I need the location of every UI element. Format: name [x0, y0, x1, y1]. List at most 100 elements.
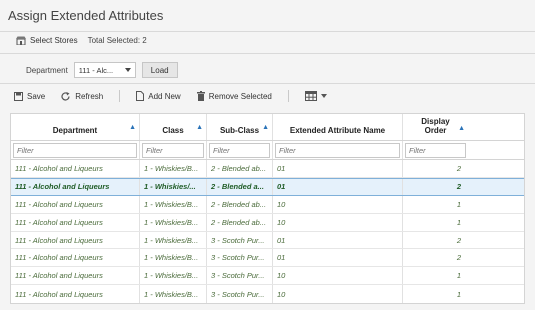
column-label: Order — [424, 126, 447, 135]
save-icon — [14, 91, 23, 101]
view-menu-button[interactable] — [304, 91, 327, 101]
store-bar: Select Stores Total Selected: 2 — [16, 36, 147, 45]
toolbar-separator — [119, 90, 121, 102]
filter-cell — [11, 141, 140, 159]
cell-class: 1 - Whiskies/B... — [140, 195, 207, 213]
cell-class: 1 - Whiskies/B... — [140, 231, 207, 249]
add-new-button[interactable]: Add New — [136, 91, 181, 101]
table-row[interactable]: 111 - Alcohol and Liqueurs 1 - Whiskies/… — [11, 213, 524, 232]
save-label: Save — [27, 91, 46, 101]
cell-subclass: 2 - Blended ab... — [207, 213, 273, 231]
cell-subclass: 2 - Blended a... — [207, 178, 273, 195]
cell-display-order: 2 — [456, 235, 461, 245]
add-document-icon — [136, 91, 145, 101]
cell-attribute: 01 — [273, 178, 403, 195]
filter-cell — [403, 141, 468, 159]
toolbar: Save Refresh Add New Remove Selected — [14, 90, 327, 102]
column-header-display-order[interactable]: Display Order ▲ — [403, 114, 468, 140]
table-row-selected[interactable]: 111 - Alcohol and Liqueurs 1 - Whiskies/… — [11, 177, 524, 196]
load-button[interactable]: Load — [141, 62, 178, 78]
table-row[interactable]: 111 - Alcohol and Liqueurs 1 - Whiskies/… — [11, 285, 524, 304]
cell-department: 111 - Alcohol and Liqueurs — [11, 178, 140, 195]
divider — [0, 83, 535, 84]
column-label: Department — [52, 126, 98, 135]
cell-display-order: 2 — [456, 182, 461, 192]
sort-icon: ▲ — [196, 124, 203, 131]
cell-class: 1 - Whiskies/B... — [140, 249, 207, 267]
select-stores-button[interactable]: Select Stores — [16, 36, 78, 45]
table-header: Department ▲ Class ▲ Sub-Class ▲ Extende… — [11, 114, 524, 141]
cell-department: 111 - Alcohol and Liqueurs — [11, 249, 140, 267]
chevron-down-icon — [320, 94, 327, 98]
sort-icon: ▲ — [129, 124, 136, 131]
table-view-icon — [304, 91, 317, 101]
refresh-label: Refresh — [75, 91, 104, 101]
column-header-class[interactable]: Class ▲ — [140, 114, 207, 140]
attributes-table: Department ▲ Class ▲ Sub-Class ▲ Extende… — [10, 113, 525, 305]
sort-icon: ▲ — [458, 125, 465, 132]
toolbar-separator — [287, 90, 289, 102]
subclass-filter-input[interactable] — [209, 143, 270, 158]
cell-attribute: 10 — [273, 267, 403, 285]
table-row[interactable]: 111 - Alcohol and Liqueurs 1 - Whiskies/… — [11, 249, 524, 268]
filter-cell — [207, 141, 273, 159]
cell-display-order: 2 — [456, 163, 461, 173]
remove-selected-button[interactable]: Remove Selected — [196, 91, 272, 101]
cell-attribute: 10 — [273, 213, 403, 231]
column-header-department[interactable]: Department ▲ — [11, 114, 140, 140]
cell-department: 111 - Alcohol and Liqueurs — [11, 267, 140, 285]
table-row[interactable]: 111 - Alcohol and Liqueurs 1 - Whiskies/… — [11, 195, 524, 214]
cell-department: 111 - Alcohol and Liqueurs — [11, 231, 140, 249]
select-stores-label: Select Stores — [30, 36, 78, 45]
cell-display-order: 1 — [456, 289, 461, 299]
cell-attribute: 10 — [273, 285, 403, 304]
table-row[interactable]: 111 - Alcohol and Liqueurs 1 - Whiskies/… — [11, 160, 524, 178]
remove-selected-label: Remove Selected — [208, 91, 272, 101]
department-select[interactable]: 111 - Alc... — [73, 62, 136, 78]
cell-subclass: 3 - Scotch Pur... — [207, 231, 273, 249]
filter-row — [11, 141, 524, 160]
column-label: Sub-Class — [219, 126, 260, 135]
cell-department: 111 - Alcohol and Liqueurs — [11, 160, 140, 177]
column-header-extended-attribute[interactable]: Extended Attribute Name — [273, 114, 403, 140]
class-filter-input[interactable] — [142, 143, 204, 158]
cell-class: 1 - Whiskies/B... — [140, 285, 207, 304]
cell-display-order: 2 — [456, 253, 461, 263]
cell-display-order: 1 — [456, 217, 461, 227]
table-row[interactable]: 111 - Alcohol and Liqueurs 1 - Whiskies/… — [11, 267, 524, 286]
table-row[interactable]: 111 - Alcohol and Liqueurs 1 - Whiskies/… — [11, 231, 524, 250]
cell-subclass: 2 - Blended ab... — [207, 195, 273, 213]
cell-subclass: 2 - Blended ab... — [207, 160, 273, 177]
cell-attribute: 01 — [273, 231, 403, 249]
cell-display-order: 1 — [456, 271, 461, 281]
department-label: Department — [26, 65, 68, 75]
divider — [0, 53, 535, 54]
filter-bar: Department 111 - Alc... Load — [26, 62, 178, 78]
department-filter-input[interactable] — [13, 143, 137, 158]
cell-class: 1 - Whiskies/B... — [140, 267, 207, 285]
trash-icon — [196, 91, 205, 101]
chevron-down-icon — [124, 68, 131, 72]
total-selected-text: Total Selected: 2 — [87, 36, 147, 45]
filter-cell — [273, 141, 403, 159]
page-title: Assign Extended Attributes — [8, 8, 164, 23]
cell-department: 111 - Alcohol and Liqueurs — [11, 195, 140, 213]
cell-department: 111 - Alcohol and Liqueurs — [11, 213, 140, 231]
department-select-value: 111 - Alc... — [78, 65, 114, 75]
column-header-subclass[interactable]: Sub-Class ▲ — [207, 114, 273, 140]
cell-class: 1 - Whiskies/B... — [140, 160, 207, 177]
cell-subclass: 3 - Scotch Pur... — [207, 285, 273, 304]
refresh-icon — [61, 91, 71, 101]
attribute-filter-input[interactable] — [275, 143, 400, 158]
column-label: Class — [162, 126, 184, 135]
store-icon — [16, 36, 26, 45]
cell-subclass: 3 - Scotch Pur... — [207, 267, 273, 285]
filter-cell — [140, 141, 207, 159]
display-order-filter-input[interactable] — [405, 143, 466, 158]
refresh-button[interactable]: Refresh — [61, 91, 104, 101]
save-button[interactable]: Save — [14, 91, 46, 101]
add-new-label: Add New — [148, 91, 181, 101]
cell-department: 111 - Alcohol and Liqueurs — [11, 285, 140, 304]
cell-class: 1 - Whiskies/B... — [140, 213, 207, 231]
cell-class: 1 - Whiskies/... — [140, 178, 207, 195]
